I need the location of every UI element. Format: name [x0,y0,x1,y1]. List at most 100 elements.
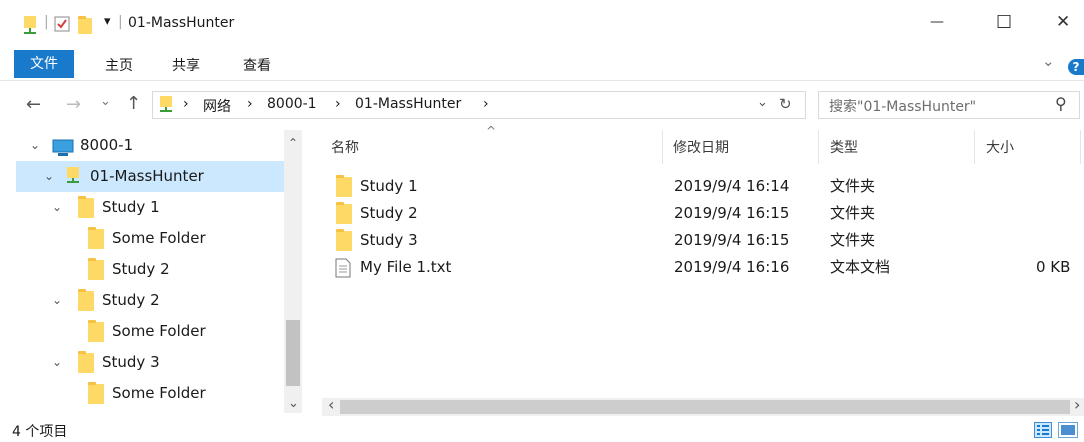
breadcrumb-separator[interactable]: › [183,96,189,112]
column-divider[interactable] [974,130,975,164]
column-header-size[interactable]: 大小 [986,136,1014,160]
tree-item-study-1[interactable]: ⌄ Study 1 [0,192,284,223]
file-modified: 2019/9/4 16:14 [674,177,790,195]
folder-icon [78,289,94,311]
tree-item-label: Some Folder [112,229,206,247]
file-type: 文本文档 [830,258,891,276]
file-modified: 2019/9/4 16:15 [674,204,790,222]
sort-indicator-icon: ^ [486,124,497,138]
tree-item-some-folder[interactable]: Some Folder [0,223,284,254]
scroll-right-button[interactable]: › [1074,395,1080,414]
tree-scrollbar[interactable]: ⌃ [284,130,302,413]
file-tab[interactable]: 文件 [14,50,74,78]
tab-view[interactable]: 查看 [243,52,271,80]
file-name: My File 1.txt [360,258,452,276]
title-bar: | ▾ | 01-MassHunter — ☐ ✕ [0,0,1084,52]
file-name: Study 2 [360,204,418,222]
tree-item-01-masshunter[interactable]: ⌄ 01-MassHunter [16,161,284,192]
search-icon[interactable]: ⚲ [1055,94,1067,113]
chevron-down-icon[interactable]: ⌄ [44,161,58,192]
file-name: Study 3 [360,231,418,249]
address-bar[interactable]: › 网络 › 8000-1 › 01-MassHunter › ⌄ ↻ [152,91,806,119]
column-header-name[interactable]: 名称 [331,136,359,160]
folder-icon [88,320,104,342]
expand-ribbon-button[interactable]: ⌄ [1042,52,1055,70]
list-scrollbar-thumb[interactable] [340,400,1070,414]
scroll-up-button[interactable]: ⌃ [288,136,298,150]
tree-item-label: Some Folder [112,322,206,340]
help-icon[interactable]: ? [1068,59,1084,75]
column-divider[interactable] [818,130,819,164]
details-view-icon[interactable] [1034,422,1052,442]
window-title: 01-MassHunter [128,15,235,31]
column-divider[interactable] [662,130,663,164]
tree-scrollbar-thumb[interactable] [286,320,300,386]
file-type: 文件夹 [830,177,876,195]
refresh-button[interactable]: ↻ [779,95,792,113]
close-button[interactable]: ✕ [1056,12,1070,32]
column-header-modified[interactable]: 修改日期 [673,136,729,160]
tree-item-label: Study 2 [102,291,160,309]
scroll-down-button[interactable]: ⌄ [288,396,299,411]
folder-icon [78,196,94,218]
file-name: Study 1 [360,177,418,195]
tree-item-some-folder[interactable]: Some Folder [0,378,284,409]
list-item[interactable]: Study 3 2019/9/4 16:15 文件夹 [322,227,1084,254]
qa-separator: | [44,14,49,30]
list-item[interactable]: Study 2 2019/9/4 16:15 文件夹 [322,200,1084,227]
minimize-button[interactable]: — [930,14,944,30]
breadcrumb-separator[interactable]: › [335,96,341,112]
tree-item-study-2[interactable]: ⌄ Study 2 [0,285,284,316]
breadcrumb-8000-1[interactable]: 8000-1 [267,96,317,112]
search-input[interactable]: 搜索"01-MassHunter" [829,96,976,116]
tree-item-8000-1[interactable]: ⌄ 8000-1 [0,130,284,161]
list-horizontal-scrollbar[interactable]: ‹ › [322,395,1084,416]
list-item[interactable]: Study 1 2019/9/4 16:14 文件夹 [322,173,1084,200]
tree-item-label: Some Folder [112,384,206,402]
breadcrumb-01-masshunter[interactable]: 01-MassHunter [355,96,461,112]
file-list: Study 1 2019/9/4 16:14 文件夹 Study 2 2019/… [322,173,1084,393]
file-type: 文件夹 [830,231,876,249]
chevron-down-icon[interactable]: ⌄ [52,347,66,378]
maximize-button[interactable]: ☐ [996,12,1012,33]
ribbon-divider [0,80,1084,81]
chevron-down-icon[interactable]: ⌄ [52,285,66,316]
column-header-type[interactable]: 类型 [830,136,858,160]
file-modified: 2019/9/4 16:15 [674,231,790,249]
tree-item-label: Study 1 [102,198,160,216]
file-size: 0 KB [1036,258,1071,276]
tree-item-some-folder[interactable]: Some Folder [0,316,284,347]
breadcrumb-separator[interactable]: › [483,96,489,112]
tree-item-label: 8000-1 [80,136,134,154]
column-divider[interactable] [1080,130,1081,164]
chevron-down-icon[interactable]: ⌄ [30,130,44,161]
tree-item-study-3[interactable]: ⌄ Study 3 [0,347,284,378]
tree-item-study-2[interactable]: Study 2 [0,254,284,285]
forward-button[interactable]: → [66,94,81,115]
breadcrumb-network[interactable]: 网络 [203,96,231,116]
tab-home[interactable]: 主页 [105,52,133,80]
tab-share[interactable]: 共享 [172,52,200,80]
recent-locations-button[interactable]: ⌄ [100,94,111,109]
customize-quick-access-button[interactable]: ▾ [104,14,111,29]
status-item-count: 4 个项目 [12,424,68,440]
properties-icon[interactable] [54,16,70,36]
breadcrumb-separator[interactable]: › [247,96,253,112]
search-box[interactable]: 搜索"01-MassHunter" ⚲ [818,91,1080,119]
back-button[interactable]: ← [26,94,41,115]
large-icons-view-icon[interactable] [1058,422,1078,442]
address-dropdown-button[interactable]: ⌄ [757,95,768,110]
tree-item-label: Study 3 [102,353,160,371]
folder-icon [88,227,104,249]
up-button[interactable]: ↑ [126,93,141,114]
list-item[interactable]: My File 1.txt 2019/9/4 16:16 文本文档 0 KB [322,254,1084,281]
text-file-icon [335,258,351,287]
new-folder-icon[interactable] [78,16,92,34]
folder-icon [336,229,352,251]
network-folder-icon [159,95,173,119]
scroll-left-button[interactable]: ‹ [328,395,334,414]
chevron-down-icon[interactable]: ⌄ [52,192,66,223]
folder-icon [88,382,104,404]
folder-icon [88,258,104,280]
qa-separator: | [118,14,123,30]
